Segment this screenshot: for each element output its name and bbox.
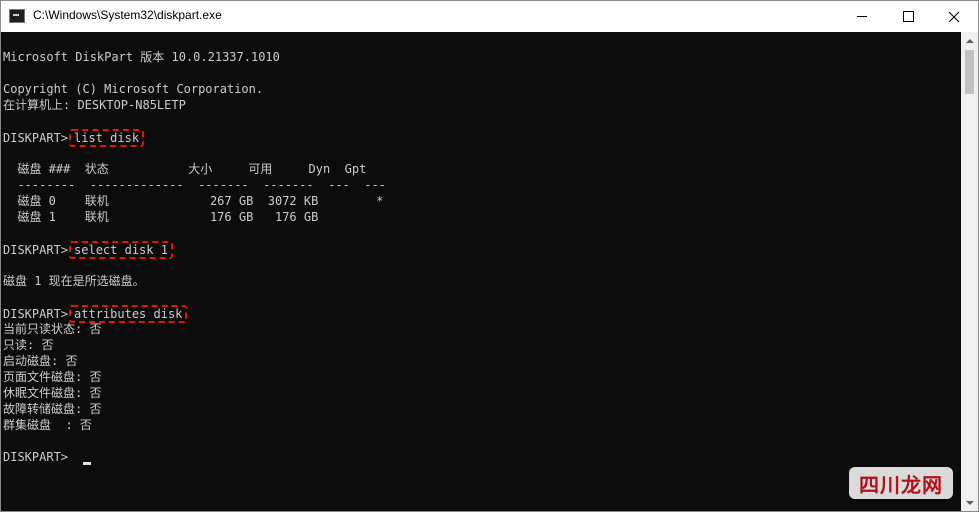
text-cursor (83, 462, 91, 465)
close-button[interactable] (931, 1, 977, 32)
watermark-text: 四川龙网 (859, 472, 943, 497)
title-bar[interactable]: C:\Windows\System32\diskpart.exe (1, 1, 978, 32)
watermark-logo: 四川龙网 (849, 467, 953, 499)
attribute-line: 只读: 否 (3, 338, 54, 352)
attribute-line: 当前只读状态: 否 (3, 322, 102, 336)
scrollbar-thumb[interactable] (965, 50, 974, 94)
prompt-line-list: DISKPART> list disk (3, 129, 145, 147)
scroll-down-button[interactable] (961, 494, 978, 511)
vertical-scrollbar[interactable] (961, 32, 978, 511)
window-title: C:\Windows\System32\diskpart.exe (33, 8, 222, 22)
console-line: 在计算机上: DESKTOP-N85LETP (3, 98, 186, 112)
diskpart-prompt: DISKPART> (3, 307, 69, 321)
command-list-disk: list disk (69, 129, 145, 147)
scroll-up-button[interactable] (961, 32, 978, 49)
disk-table-divider: -------- ------------- ------- ------- -… (3, 178, 386, 192)
diskpart-prompt: DISKPART> (3, 243, 69, 257)
minimize-button[interactable] (839, 1, 885, 32)
console-line: Copyright (C) Microsoft Corporation. (3, 82, 264, 96)
prompt-line-current: DISKPART> (3, 450, 69, 464)
attribute-line: 群集磁盘 : 否 (3, 418, 92, 432)
console-line: 磁盘 1 现在是所选磁盘。 (3, 274, 145, 288)
prompt-line-attributes: DISKPART> attributes disk (3, 305, 188, 323)
close-icon (948, 11, 960, 22)
disk-table-row: 磁盘 0 联机 267 GB 3072 KB * (3, 194, 384, 208)
console-icon (9, 9, 25, 23)
prompt-line-select: DISKPART> select disk 1 (3, 241, 173, 259)
disk-table-header: 磁盘 ### 状态 大小 可用 Dyn Gpt (3, 162, 367, 176)
console-window: C:\Windows\System32\diskpart.exe Microso… (0, 0, 979, 512)
arrow-up-icon (965, 38, 974, 43)
maximize-icon (902, 11, 914, 22)
disk-table-row: 磁盘 1 联机 176 GB 176 GB (3, 210, 319, 224)
console-output[interactable]: Microsoft DiskPart 版本 10.0.21337.1010 Co… (1, 32, 961, 511)
maximize-button[interactable] (885, 1, 931, 32)
attribute-line: 休眠文件磁盘: 否 (3, 386, 102, 400)
diskpart-prompt: DISKPART> (3, 131, 69, 145)
attribute-line: 故障转储磁盘: 否 (3, 402, 102, 416)
command-select-disk: select disk 1 (69, 241, 173, 259)
attribute-line: 页面文件磁盘: 否 (3, 370, 102, 384)
console-line: Microsoft DiskPart 版本 10.0.21337.1010 (3, 50, 280, 64)
minimize-icon (857, 16, 867, 17)
arrow-down-icon (965, 500, 974, 505)
attribute-line: 启动磁盘: 否 (3, 354, 78, 368)
